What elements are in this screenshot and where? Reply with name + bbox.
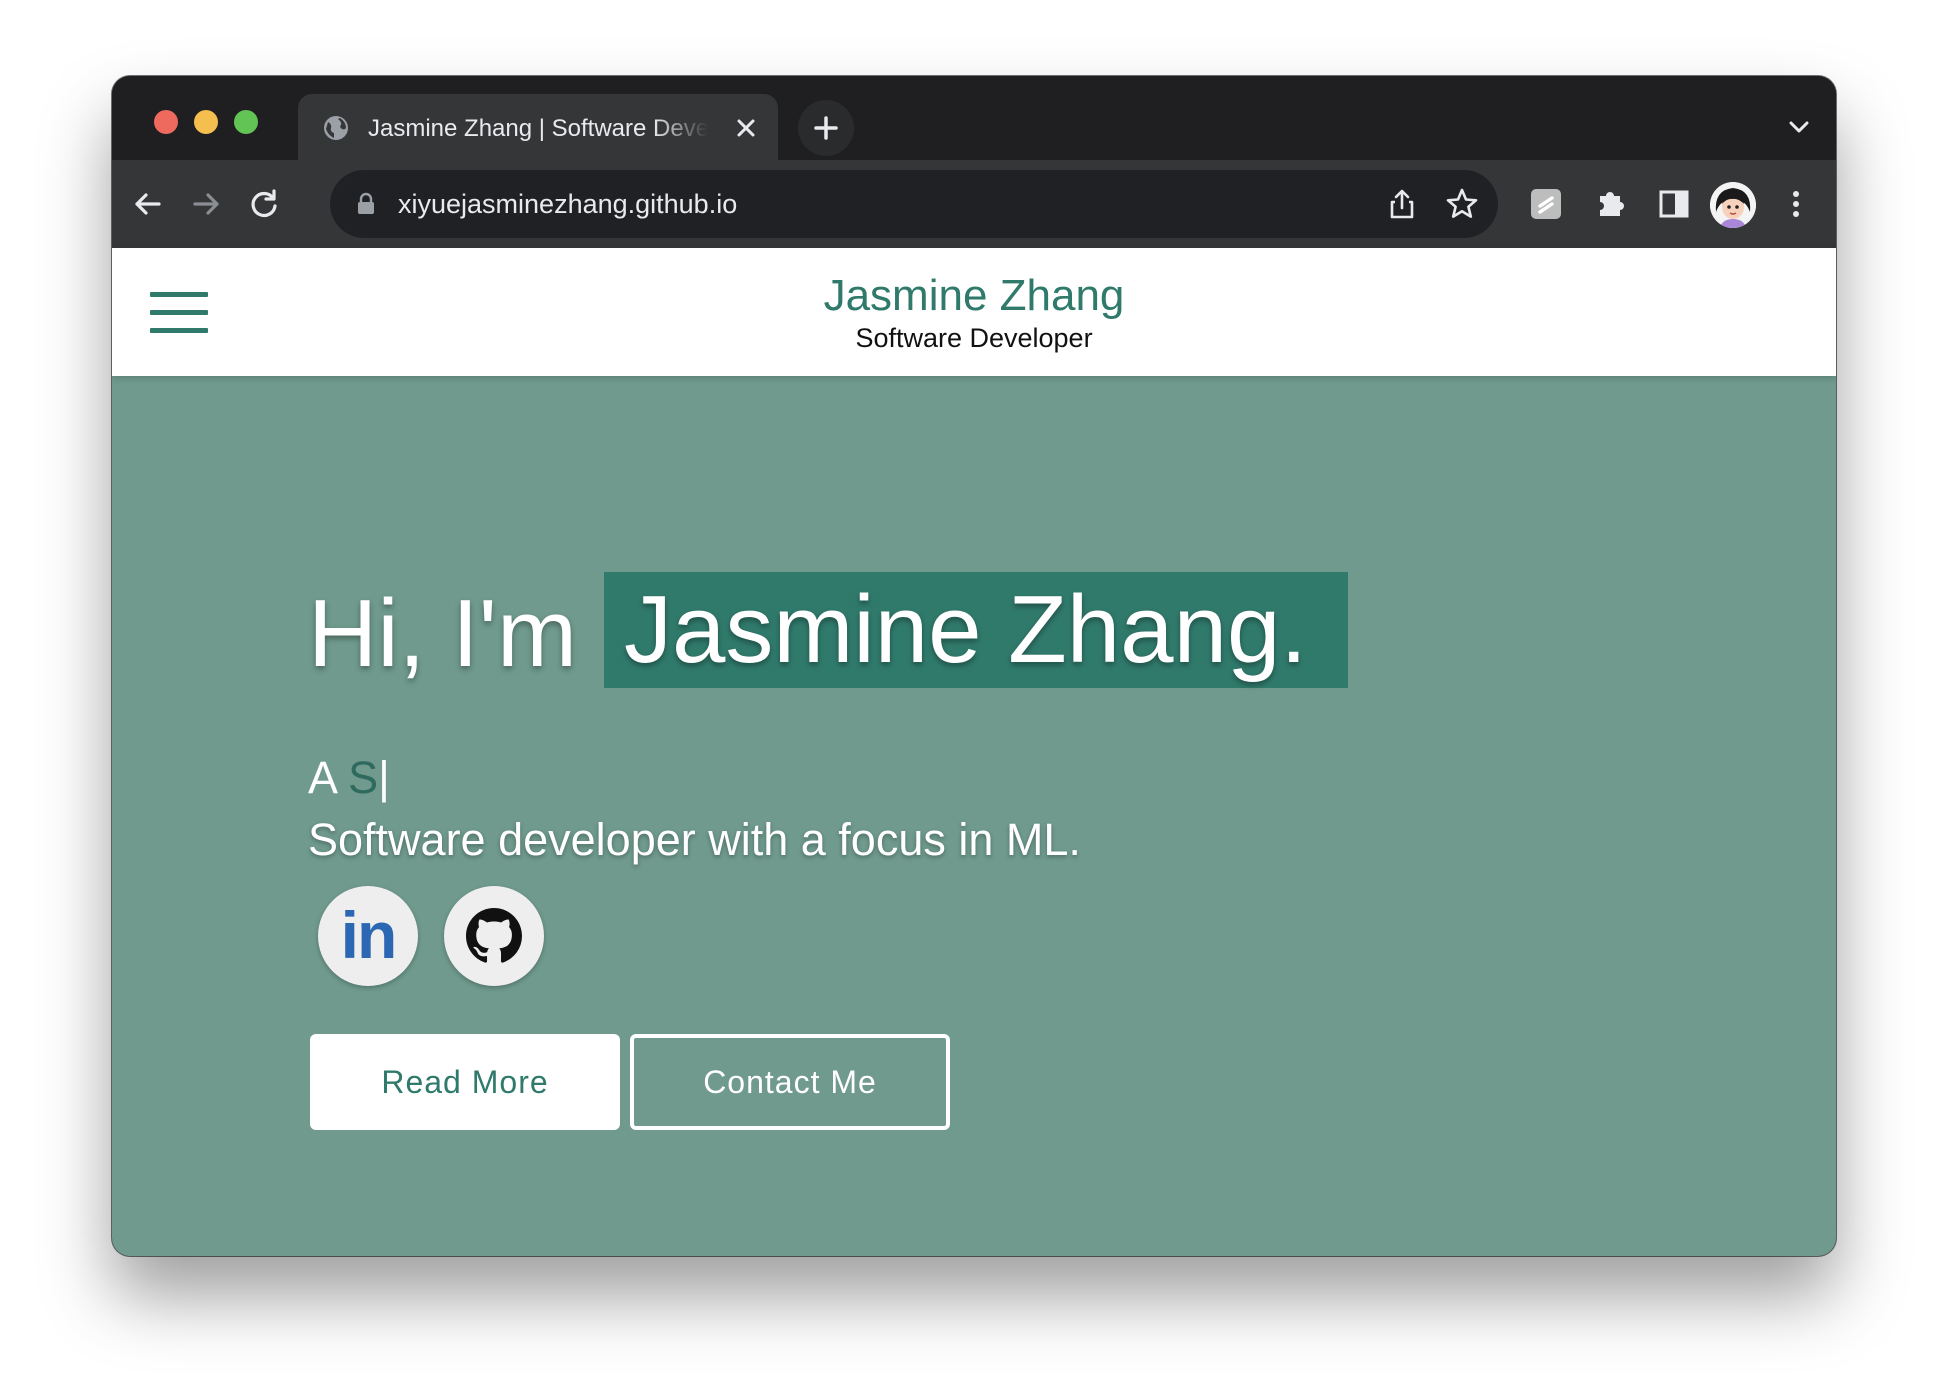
tab-strip: Jasmine Zhang | Software Developer — [112, 76, 1836, 160]
globe-icon — [324, 116, 348, 140]
typed-text-line: A S| — [308, 748, 390, 808]
profile-avatar-icon — [1710, 182, 1756, 228]
minimize-window-button[interactable] — [194, 110, 218, 134]
hero-greeting: Hi, I'm — [308, 580, 577, 687]
typing-cursor: | — [378, 752, 390, 803]
share-icon[interactable] — [1384, 186, 1420, 222]
new-tab-button[interactable] — [798, 100, 854, 156]
site-title[interactable]: Jasmine Zhang — [112, 270, 1836, 322]
hero-name: Jasmine Zhang. — [624, 576, 1308, 683]
puzzle-icon[interactable] — [1590, 184, 1630, 224]
browser-toolbar: xiyuejasminezhang.github.io — [112, 160, 1836, 248]
avatar[interactable] — [1710, 182, 1756, 228]
forward-arrow-icon[interactable] — [186, 184, 226, 224]
hero-name-highlight: Jasmine Zhang. — [604, 572, 1348, 688]
typed-prefix: A — [308, 752, 336, 803]
contact-me-button[interactable]: Contact Me — [630, 1034, 950, 1130]
star-icon[interactable] — [1444, 186, 1480, 222]
lock-icon[interactable] — [356, 192, 376, 216]
github-icon — [466, 908, 522, 963]
extension-icon[interactable] — [1526, 184, 1566, 224]
page-content: Jasmine Zhang Software Developer Hi, I'm… — [112, 248, 1836, 1256]
tab-title: Jasmine Zhang | Software Developer — [368, 115, 708, 142]
github-button[interactable] — [444, 886, 544, 986]
maximize-window-button[interactable] — [234, 110, 258, 134]
active-tab[interactable]: Jasmine Zhang | Software Developer — [298, 94, 778, 160]
address-bar[interactable]: xiyuejasminezhang.github.io — [330, 170, 1498, 238]
close-window-button[interactable] — [154, 110, 178, 134]
close-tab-icon[interactable] — [732, 114, 760, 142]
back-arrow-icon[interactable] — [128, 184, 168, 224]
browser-window: Jasmine Zhang | Software Developer — [112, 76, 1836, 1256]
hero-tagline: Software developer with a focus in ML. — [308, 814, 1081, 865]
reload-icon[interactable] — [244, 184, 284, 224]
side-panel-icon[interactable] — [1654, 184, 1694, 224]
site-header: Jasmine Zhang Software Developer — [112, 248, 1836, 376]
linkedin-button[interactable]: in — [318, 886, 418, 986]
plus-icon — [814, 116, 838, 140]
read-more-button[interactable]: Read More — [310, 1034, 620, 1130]
kebab-menu-icon[interactable] — [1776, 184, 1816, 224]
chevron-down-icon[interactable] — [1786, 114, 1812, 140]
linkedin-icon: in — [340, 898, 398, 972]
url-text: xiyuejasminezhang.github.io — [398, 189, 738, 219]
typed-text: S — [348, 752, 379, 803]
site-subtitle: Software Developer — [855, 323, 1093, 353]
